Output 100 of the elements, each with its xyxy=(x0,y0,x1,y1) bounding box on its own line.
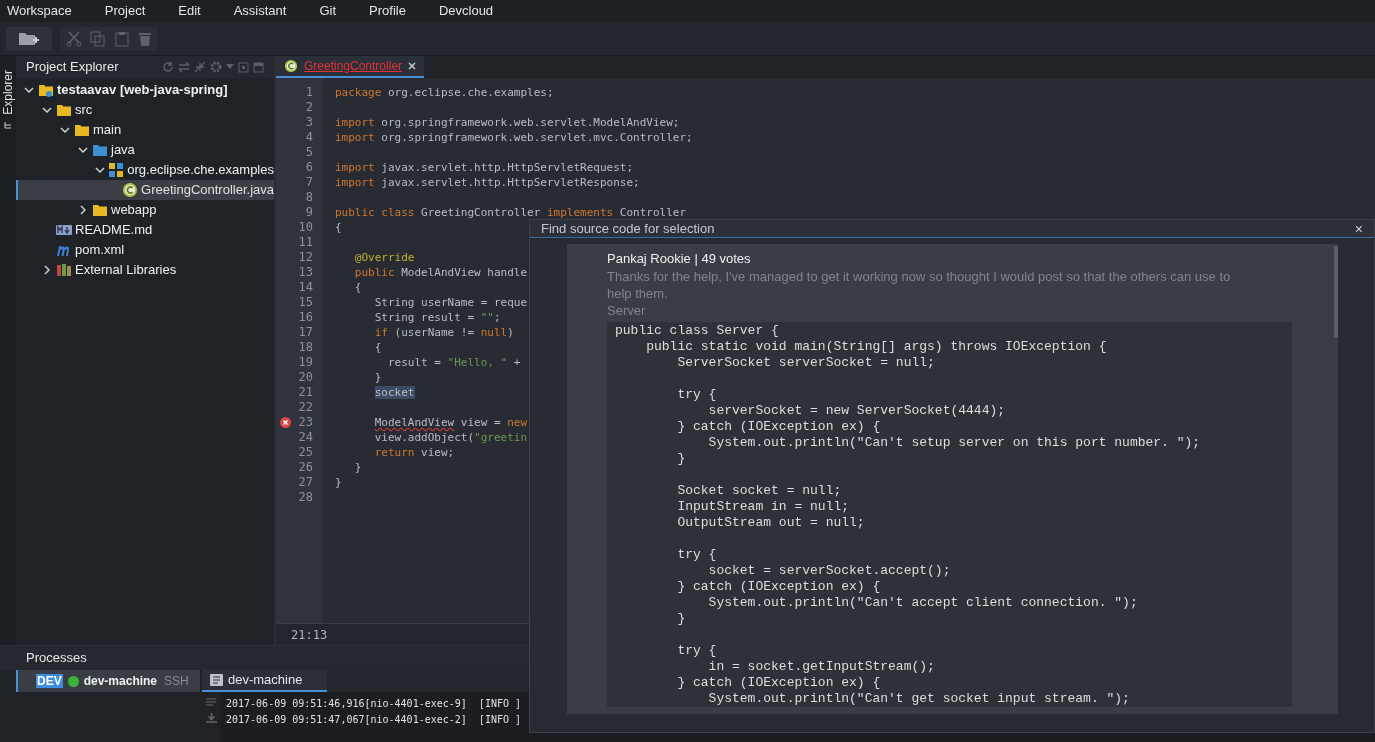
menu-item[interactable]: Git xyxy=(312,0,344,22)
caret-icon[interactable] xyxy=(226,64,234,70)
code-line: { xyxy=(335,220,342,235)
code-line: result = "Hello, " + xyxy=(386,355,521,370)
code-line: @Override xyxy=(353,250,415,265)
tree-item[interactable]: main xyxy=(16,120,274,140)
tree-item[interactable]: README.md xyxy=(16,220,274,240)
menu-item[interactable]: Assistant xyxy=(226,0,294,22)
close-button[interactable]: × xyxy=(1354,221,1363,236)
dialog-title: Find source code for selection xyxy=(541,219,716,238)
chevron-down-icon[interactable] xyxy=(42,107,52,113)
menu-item[interactable]: Profile xyxy=(362,0,413,22)
tree-item[interactable]: pom.xml xyxy=(16,240,274,260)
paste-icon[interactable] xyxy=(114,30,130,47)
answer-author: Pankaj Rookie | 49 votes xyxy=(607,250,752,268)
line-number: 28 xyxy=(298,490,313,505)
collapse-icon[interactable] xyxy=(194,61,206,73)
console-tab[interactable]: dev-machine xyxy=(202,670,327,692)
line-number: 15 xyxy=(298,295,313,310)
library-icon xyxy=(56,262,72,278)
code-line: } xyxy=(335,475,342,490)
trash-icon[interactable] xyxy=(138,30,152,47)
code-block: public class Server { public static void main(String[] args) throws IOException { ServerSocket serverSocket = null; try { serverSocket = new ServerSocket(4444); } catch (IOException ex) { System.out.println("Can't setup server on this port number. "); } Socket socket = null; InputStream in = null; OutputStream out = null; try { socket = serverSocket.accept(); } catch (IOException ex) { System.out.println("Can't accept client connection. "); } try { in = socket.getInputStream(); } catch (IOException ex) { System.out.println("Can't get socket input stream. "); xyxy=(607,322,1292,707)
code-line: } xyxy=(373,370,382,385)
new-folder-button[interactable] xyxy=(6,26,52,51)
line-number: 13 xyxy=(298,265,313,280)
code-line: { xyxy=(353,280,362,295)
line-number: 16 xyxy=(298,310,313,325)
line-number: 3 xyxy=(305,115,313,130)
wrap-lines-icon[interactable] xyxy=(206,698,216,707)
line-number: 11 xyxy=(298,235,313,250)
code-line: view.addObject("greetin xyxy=(373,430,528,445)
line-number: 8 xyxy=(305,190,313,205)
code-line: { xyxy=(373,340,382,355)
folder-icon xyxy=(92,202,108,218)
swap-arrows-icon[interactable] xyxy=(178,61,190,73)
folder-plus-icon xyxy=(18,30,40,47)
code-line: ModelAndView view = new xyxy=(373,415,528,430)
line-number: 27 xyxy=(298,475,313,490)
line-number: 7 xyxy=(305,175,313,190)
line-number: 4 xyxy=(305,130,313,145)
download-icon[interactable] xyxy=(205,713,217,724)
package-icon xyxy=(108,162,125,178)
line-number: 20 xyxy=(298,370,313,385)
chevron-down-icon[interactable] xyxy=(60,127,70,133)
line-number: 21 xyxy=(298,385,313,400)
code-line: import javax.servlet.http.HttpServletResponse; xyxy=(335,175,640,190)
code-line: String result = ""; xyxy=(373,310,501,325)
machine-row[interactable]: DEV dev-machine SSH xyxy=(16,670,200,692)
menu-item[interactable]: Workspace xyxy=(0,0,79,22)
line-number: 14 xyxy=(298,280,313,295)
line-number: 5 xyxy=(305,145,313,160)
chevron-right-icon[interactable] xyxy=(44,265,50,275)
settings-icon[interactable] xyxy=(210,61,222,73)
tree-icon xyxy=(4,120,12,129)
code-line: return view; xyxy=(373,445,455,460)
chevron-right-icon[interactable] xyxy=(80,205,86,215)
line-number: 19 xyxy=(298,355,313,370)
close-icon[interactable] xyxy=(408,62,417,70)
tree-item[interactable]: External Libraries xyxy=(16,260,274,280)
tree-item[interactable]: testaavav [web-java-spring] xyxy=(16,80,274,100)
code-line: import org.springframework.web.servlet.mvc.Controller; xyxy=(335,130,693,145)
scrollbar-thumb[interactable] xyxy=(1334,246,1338,338)
markdown-icon xyxy=(56,222,72,238)
minimize-icon[interactable] xyxy=(253,61,264,73)
line-number: 22 xyxy=(298,400,313,415)
class-icon xyxy=(284,59,298,73)
line-number: 2 xyxy=(305,100,313,115)
chevron-down-icon[interactable] xyxy=(24,87,34,93)
tree-item[interactable]: GreetingController.java xyxy=(16,180,274,200)
explorer-tab[interactable]: Explorer xyxy=(0,70,17,115)
terminal-icon xyxy=(210,674,223,686)
menu-item[interactable]: Devcloud xyxy=(431,0,501,22)
menu-item[interactable]: Edit xyxy=(171,0,208,22)
log-line: 2017-06-09 09:51:47,067[nio-4401-exec-2] [INFO ] xyxy=(226,713,521,727)
line-number: 26 xyxy=(298,460,313,475)
project-folder-icon xyxy=(38,82,54,98)
code-line: import javax.servlet.http.HttpServletRequest; xyxy=(335,160,634,175)
menu-item[interactable]: Project xyxy=(97,0,153,22)
tree-item[interactable]: org.eclipse.che.examples xyxy=(16,160,274,180)
chevron-down-icon[interactable] xyxy=(78,147,88,153)
machine-name: dev-machine xyxy=(83,673,158,690)
line-number: 18 xyxy=(298,340,313,355)
maximize-icon[interactable] xyxy=(238,61,249,73)
code-line: package org.eclipse.che.examples; xyxy=(335,85,554,100)
line-number: 24 xyxy=(298,430,313,445)
source-folder-icon xyxy=(92,142,108,158)
tree-item[interactable]: java xyxy=(16,140,274,160)
copy-icon[interactable] xyxy=(90,30,106,47)
tree-item[interactable]: webapp xyxy=(16,200,274,220)
line-number: 9 xyxy=(305,205,313,220)
chevron-down-icon[interactable] xyxy=(95,167,106,173)
code-line: String userName = reque xyxy=(373,295,528,310)
code-line: import org.springframework.web.servlet.ModelAndView; xyxy=(335,115,680,130)
answer-label: Server xyxy=(607,302,647,319)
code-line: } xyxy=(353,460,362,475)
refresh-icon[interactable] xyxy=(162,61,174,73)
tree-item[interactable]: src xyxy=(16,100,274,120)
cut-icon[interactable] xyxy=(66,30,82,47)
error-icon[interactable] xyxy=(280,417,291,428)
